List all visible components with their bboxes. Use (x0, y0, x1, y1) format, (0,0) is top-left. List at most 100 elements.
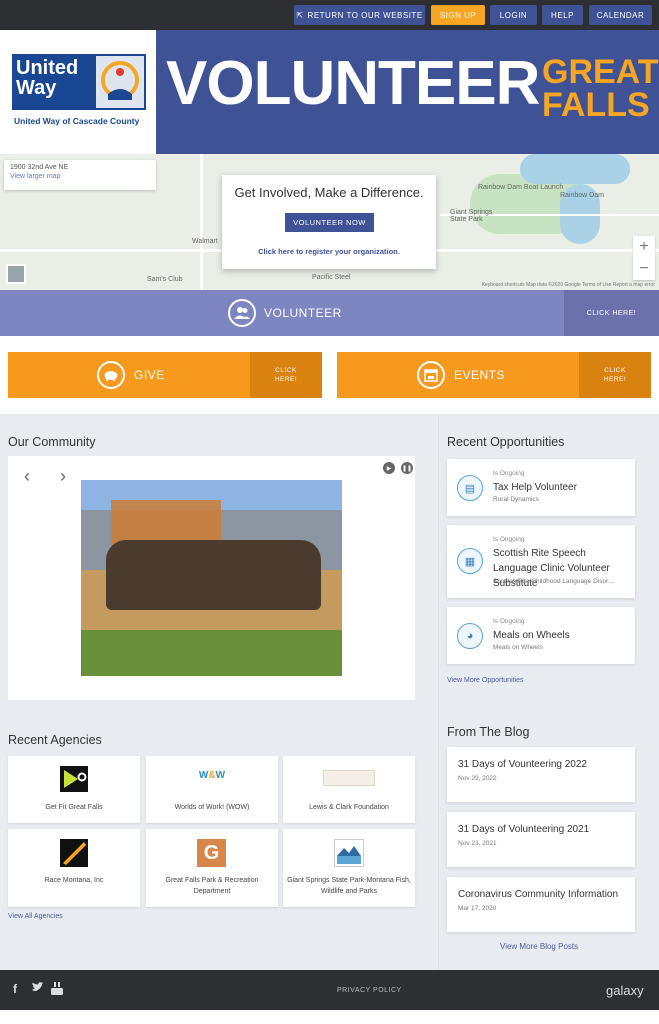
get-involved-card: Get Involved, Make a Difference. VOLUNTE… (222, 175, 436, 269)
banner: VOLUNTEER GREAT FALLS (156, 30, 659, 154)
map-label: Walmart (192, 238, 218, 245)
agency-card[interactable]: Lewis & Clark Foundation (283, 756, 415, 823)
blog-post-date: Nov 29, 2022 (458, 775, 497, 782)
blog-post-card[interactable]: Coronavirus Community Information Mar 17… (447, 877, 635, 932)
hand-logo-icon (94, 54, 146, 110)
agency-name: Get Fit Great Falls (45, 804, 103, 811)
view-all-agencies-link[interactable]: View All Agencies (8, 913, 63, 920)
opportunity-title: Meals on Wheels (493, 630, 570, 641)
calendar-button[interactable]: CALENDAR (589, 5, 652, 25)
register-organization-link[interactable]: Click here to register your organization… (222, 247, 436, 256)
give-label: GIVE (134, 368, 165, 382)
give-click-here-button[interactable]: CLICK HERE! (250, 352, 322, 398)
map-label: Rainbow Dam Boat Launch (478, 184, 564, 191)
agencies-title: Recent Agencies (8, 733, 102, 747)
help-button[interactable]: HELP (542, 5, 583, 25)
opportunity-card[interactable]: ▦ Is Ongoing Scottish Rite Speech Langua… (447, 525, 635, 598)
get-fit-logo (60, 766, 88, 792)
pause-icon[interactable]: ❚❚ (401, 462, 413, 474)
external-link-icon: ⇱ (296, 10, 304, 20)
events-click-here-button[interactable]: CLICK HERE! (579, 352, 651, 398)
sign-up-button[interactable]: SIGN UP (431, 5, 485, 25)
agency-name: Great Falls Park & Recreation Department (165, 877, 259, 895)
volunteer-now-button[interactable]: VOLUNTEER NOW (285, 213, 374, 232)
facebook-icon[interactable]: f (13, 982, 17, 996)
map-label: Pacific Steel (312, 274, 351, 281)
view-more-opportunities-link[interactable]: View More Opportunities (447, 677, 524, 684)
map[interactable]: 1900 32nd Ave NE View larger map Rainbow… (0, 154, 659, 290)
events-label: EVENTS (454, 368, 506, 382)
blog-title: From The Blog (447, 725, 530, 739)
users-icon (228, 299, 256, 327)
map-label: Sam's Club (147, 276, 183, 283)
race-montana-logo (60, 839, 88, 867)
cta-title: Get Involved, Make a Difference. (234, 185, 424, 200)
play-icon[interactable]: ▶ (383, 462, 395, 474)
community-slider: ‹ › ▶ ❚❚ (8, 456, 415, 700)
opportunity-org: Rural Dynamics (493, 496, 539, 503)
banner-city: GREAT FALLS (542, 53, 659, 124)
bottom-strip (0, 1010, 659, 1024)
opportunity-tag: Is Ongoing (493, 470, 525, 477)
zoom-out-button[interactable]: − (633, 258, 655, 280)
document-icon: ▤ (457, 475, 483, 501)
agency-card[interactable]: Giant Springs State Park-Montana Fish, W… (283, 829, 415, 907)
galaxy-logo[interactable]: galaxy (606, 983, 644, 998)
calendar-icon (417, 361, 445, 389)
opportunity-org: Scottish Rite Childhood Language Disor..… (493, 578, 614, 585)
agency-card[interactable]: Race Montana, Inc (8, 829, 140, 907)
map-attribution: Keyboard shortcuts Map data ©2020 Google… (481, 282, 655, 288)
united-way-logo[interactable]: United Way United Way of Cascade County (0, 30, 156, 154)
top-bar: ⇱ RETURN TO OUR WEBSITE SIGN UP LOGIN HE… (0, 0, 659, 30)
montana-fwp-logo (334, 839, 364, 867)
login-button[interactable]: LOGIN (490, 5, 537, 25)
opportunity-tag: Is Ongoing (493, 536, 525, 543)
return-to-website-button[interactable]: ⇱ RETURN TO OUR WEBSITE (294, 5, 425, 25)
blog-post-card[interactable]: 31 Days of Vounteering 2022 Nov 29, 2022 (447, 747, 635, 802)
community-title: Our Community (8, 435, 96, 449)
blog-post-date: Mar 17, 2020 (458, 905, 497, 912)
next-arrow-icon[interactable]: › (60, 466, 66, 487)
great-falls-parks-logo: G (197, 839, 226, 867)
map-label: Rainbow Dam (560, 192, 604, 199)
view-more-blog-posts-link[interactable]: View More Blog Posts (500, 942, 578, 951)
agency-card[interactable]: W&W Worlds of Work! (WOW) (146, 756, 278, 823)
agency-name: Race Montana, Inc (44, 877, 104, 884)
blog-post-title: 31 Days of Vounteering 2022 (458, 759, 587, 770)
map-address-card: 1900 32nd Ave NE View larger map (4, 160, 156, 190)
opportunity-title: Tax Help Volunteer (493, 482, 577, 493)
united-way-wordmark: United Way (12, 54, 94, 110)
opportunities-title: Recent Opportunities (447, 435, 565, 449)
view-larger-map-link[interactable]: View larger map (10, 173, 150, 180)
map-label: Giant Springs State Park (450, 209, 493, 223)
give-band[interactable]: GIVE CLICK HERE! (8, 352, 322, 398)
blog-post-title: 31 Days of Volunteering 2021 (458, 824, 590, 835)
blog-post-date: Nov 23, 2021 (458, 840, 497, 847)
privacy-policy-link[interactable]: PRIVACY POLICY (337, 987, 402, 994)
opportunity-tag: Is Ongoing (493, 618, 525, 625)
agency-card[interactable]: Get Fit Great Falls (8, 756, 140, 823)
opportunity-card[interactable]: ◕ Is Ongoing Meals on Wheels Meals on Wh… (447, 607, 635, 664)
volunteer-label: VOLUNTEER (264, 306, 342, 320)
map-river (520, 154, 630, 184)
organization-name: United Way of Cascade County (14, 116, 140, 126)
previous-arrow-icon[interactable]: ‹ (24, 466, 30, 487)
blog-post-title: Coronavirus Community Information (458, 889, 619, 900)
volunteer-click-here-button[interactable]: CLICK HERE! (564, 290, 659, 336)
piggy-bank-icon (97, 361, 125, 389)
twitter-icon[interactable] (31, 982, 44, 996)
community-photo (81, 480, 342, 676)
zoom-in-button[interactable]: + (633, 236, 655, 258)
volunteer-band[interactable]: VOLUNTEER CLICK HERE! (0, 290, 659, 336)
opportunity-card[interactable]: ▤ Is Ongoing Tax Help Volunteer Rural Dy… (447, 459, 635, 516)
clipboard-icon: ▦ (457, 548, 483, 574)
youtube-icon[interactable] (51, 982, 63, 998)
agency-name: Lewis & Clark Foundation (309, 804, 389, 811)
blog-post-card[interactable]: 31 Days of Volunteering 2021 Nov 23, 202… (447, 812, 635, 867)
events-band[interactable]: EVENTS CLICK HERE! (337, 352, 651, 398)
street-view-thumbnail[interactable] (6, 264, 26, 284)
agency-name: Giant Springs State Park-Montana Fish, W… (287, 877, 411, 895)
agency-name: Worlds of Work! (WOW) (174, 804, 250, 811)
agency-card[interactable]: G Great Falls Park & Recreation Departme… (146, 829, 278, 907)
map-road (200, 154, 203, 290)
